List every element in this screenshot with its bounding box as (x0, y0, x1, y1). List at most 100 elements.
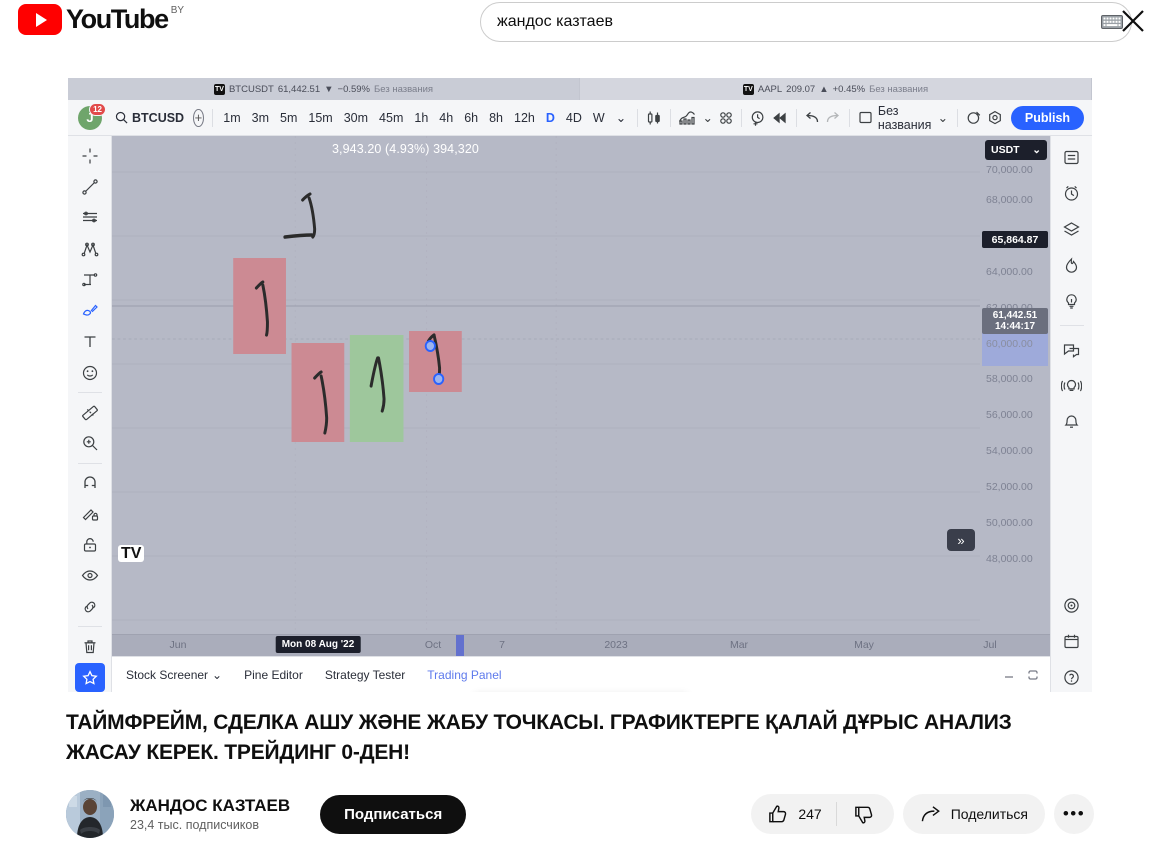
chart-canvas-area[interactable]: 3,943.20 (4.93%) 394,320 TV USDT ⌄ 70,00… (112, 136, 1050, 692)
indicators-chevron-icon[interactable]: ⌄ (701, 106, 714, 130)
avatar[interactable] (66, 790, 114, 838)
youtube-logo[interactable]: YouTube BY (18, 4, 184, 35)
minimize-icon[interactable] (1002, 668, 1016, 682)
drawing-tools-rail (68, 136, 112, 692)
price-tick-70000: 70,000.00 (986, 164, 1033, 176)
hot-list-icon[interactable] (1057, 250, 1087, 280)
text-icon[interactable] (75, 327, 105, 356)
user-avatar[interactable]: J 12 (78, 102, 106, 130)
layout-name-label[interactable]: Без названия (878, 104, 932, 132)
trend-line-icon[interactable] (75, 173, 105, 202)
alerts-icon[interactable] (1057, 178, 1087, 208)
timeframe-30m[interactable]: 30m (341, 109, 371, 127)
chart-tab-aapl[interactable]: TV AAPL 209.07 ▲ +0.45% Без названия (580, 78, 1092, 100)
tab-pine-editor[interactable]: Pine Editor (244, 668, 303, 682)
price-scale[interactable]: USDT ⌄ 70,000.00 68,000.00 65,864.87 64,… (947, 136, 1050, 634)
tab-stock-screener[interactable]: Stock Screener ⌄ (126, 668, 222, 682)
candle-3 (349, 335, 404, 442)
more-actions-button[interactable]: ••• (1054, 794, 1094, 834)
favorites-icon[interactable] (74, 663, 105, 692)
timeframe-5m[interactable]: 5m (277, 109, 300, 127)
crosshair-icon[interactable] (75, 142, 105, 171)
sync-drawings-icon[interactable] (75, 592, 105, 621)
chart-tab-btcusdt[interactable]: TV BTCUSDT 61,442.51 ▼ −0.59% Без назван… (68, 78, 580, 100)
hide-drawings-icon[interactable] (75, 562, 105, 591)
close-icon[interactable] (1116, 4, 1150, 38)
chevron-down-icon[interactable]: ⌄ (613, 108, 629, 127)
layouts-grid-icon[interactable] (719, 106, 733, 130)
magnet-icon[interactable] (75, 469, 105, 498)
timeframe-1m[interactable]: 1m (220, 109, 243, 127)
chart-toolbar: J 12 BTCUSD + 1m 3m 5m 15m 30m 45m 1h 4h… (68, 100, 1092, 136)
expand-panel-button[interactable]: » (947, 529, 975, 551)
layout-template-icon[interactable] (858, 106, 873, 130)
like-count: 247 (798, 806, 822, 822)
search-box[interactable] (480, 2, 1132, 42)
price-tick-48000: 48,000.00 (986, 553, 1033, 565)
chart-plot[interactable]: 3,943.20 (4.93%) 394,320 TV (112, 136, 980, 634)
ideas-icon[interactable] (1057, 286, 1087, 316)
chart-settings-icon[interactable] (987, 106, 1003, 130)
trash-icon[interactable] (75, 632, 105, 661)
layout-chevron-icon[interactable]: ⌄ (936, 106, 949, 130)
time-tick-mar: Mar (729, 639, 749, 651)
thumbs-down-icon[interactable] (839, 803, 894, 826)
drawing-mode-icon[interactable] (75, 500, 105, 529)
timeframe-45m[interactable]: 45m (376, 109, 406, 127)
timeframe-1w[interactable]: W (590, 109, 608, 127)
publish-button[interactable]: Publish (1010, 105, 1085, 130)
timeframe-1h[interactable]: 1h (411, 109, 431, 127)
hand-drawn-mark-top-base (283, 233, 314, 239)
brush-icon[interactable] (75, 296, 105, 325)
emoji-icon[interactable] (75, 358, 105, 387)
tab-trading-panel[interactable]: Trading Panel (427, 668, 501, 682)
chat-icon[interactable] (1057, 335, 1087, 365)
price-unit-selector[interactable]: USDT ⌄ (985, 140, 1047, 160)
tab-strategy-tester[interactable]: Strategy Tester (325, 668, 405, 682)
timeframe-15m[interactable]: 15m (305, 109, 335, 127)
youtube-play-icon (18, 4, 62, 35)
timeframe-4d[interactable]: 4D (563, 109, 585, 127)
indicators-icon[interactable] (678, 106, 696, 130)
timeframe-8h[interactable]: 8h (486, 109, 506, 127)
video-actions: 247 Поделиться ••• (751, 794, 1094, 834)
alert-add-icon[interactable] (750, 106, 766, 130)
snapshot-icon[interactable] (966, 106, 982, 130)
time-scale[interactable]: Jun Mon 08 Aug '22 Oct 7 2023 Mar May Ju… (112, 634, 1050, 657)
subscribe-button[interactable]: Подписаться (320, 794, 467, 834)
tab-arrow: ▼ (324, 83, 334, 95)
page-title: ТАЙМФРЕЙМ, СДЕЛКА АШУ ЖӘНЕ ЖАБУ ТОЧКАСЫ.… (66, 711, 1012, 764)
ruler-icon[interactable] (75, 398, 105, 427)
watchlist-icon[interactable] (1057, 142, 1087, 172)
timeframe-12h[interactable]: 12h (511, 109, 538, 127)
help-icon[interactable] (1057, 662, 1087, 692)
tab-change: +0.45% (832, 83, 866, 95)
redo-icon[interactable] (825, 106, 841, 130)
thumbs-up-icon[interactable] (767, 803, 790, 826)
time-tick-jul: Jul (983, 639, 997, 651)
lock-icon[interactable] (75, 531, 105, 560)
timeframe-4h[interactable]: 4h (436, 109, 456, 127)
chart-type-candles-icon[interactable] (646, 106, 662, 130)
measure-range-icon[interactable] (75, 266, 105, 295)
maximize-icon[interactable] (1026, 668, 1040, 682)
trading-icon[interactable] (1057, 590, 1087, 620)
timeframe-6h[interactable]: 6h (461, 109, 481, 127)
video-player[interactable]: TV BTCUSDT 61,442.51 ▼ −0.59% Без назван… (68, 78, 1092, 692)
calendar-icon[interactable] (1057, 626, 1087, 656)
channel-name[interactable]: ЖАНДОС КАЗТАЕВ (130, 796, 290, 816)
undo-icon[interactable] (804, 106, 820, 130)
symbol-search-button[interactable]: BTCUSD (111, 109, 188, 127)
data-window-icon[interactable] (1057, 214, 1087, 244)
timeframe-3m[interactable]: 3m (249, 109, 272, 127)
notifications-icon[interactable] (1057, 407, 1087, 437)
search-input[interactable] (481, 13, 1101, 31)
pitchfork-icon[interactable] (75, 235, 105, 264)
timeframe-1d[interactable]: D (543, 109, 558, 127)
share-button[interactable]: Поделиться (902, 794, 1045, 834)
zoom-in-icon[interactable] (75, 429, 105, 458)
replay-icon[interactable] (771, 106, 788, 130)
add-symbol-button[interactable]: + (193, 108, 204, 127)
horizontal-lines-icon[interactable] (75, 204, 105, 233)
broadcast-icon[interactable] (1057, 371, 1087, 401)
